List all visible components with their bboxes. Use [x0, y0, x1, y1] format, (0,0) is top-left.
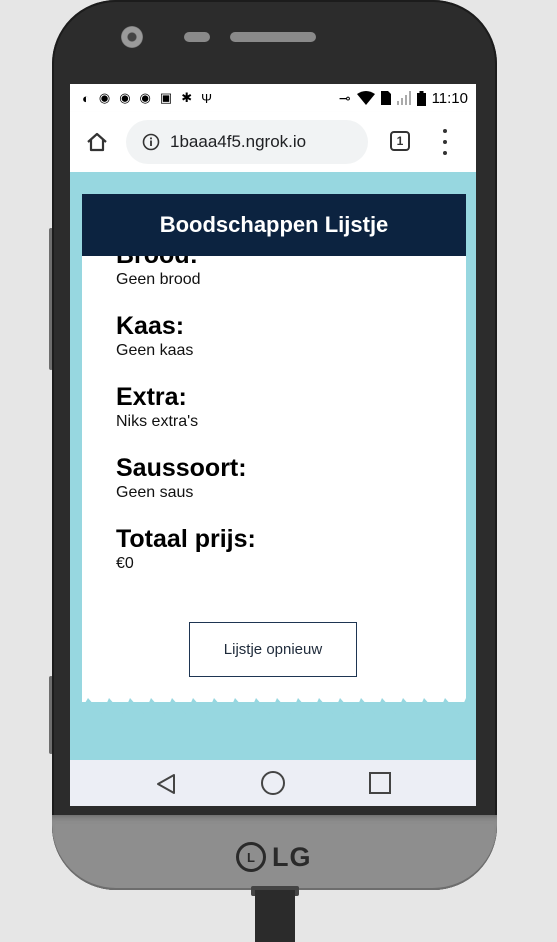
item-label: Totaal prijs:	[116, 525, 256, 553]
back-icon[interactable]	[154, 772, 178, 796]
app-icon: ◉	[119, 90, 131, 105]
home-button-icon[interactable]	[261, 771, 285, 795]
item-label: Saussoort:	[116, 454, 247, 482]
status-icons-left: ◐ ◉ ◉ ◉ ▣ ✱ Ψ	[82, 90, 212, 106]
list-item-saussoort: Saussoort: Geen saus	[116, 454, 436, 503]
receipt-zigzag-edge	[82, 688, 466, 714]
list-item-kaas: Kaas: Geen kaas	[116, 312, 436, 361]
app-icon: ▣	[159, 90, 173, 105]
item-value: Geen kaas	[116, 342, 194, 359]
wifi-icon	[356, 91, 375, 105]
tab-switcher-button[interactable]: 1	[390, 131, 410, 151]
front-camera	[121, 26, 143, 48]
list-item-extra: Extra: Niks extra's	[116, 383, 436, 432]
recent-apps-icon[interactable]	[369, 772, 391, 794]
app-icon: ✱	[181, 90, 193, 105]
lg-logo: L LG	[236, 840, 312, 874]
usb-icon: Ψ	[201, 90, 212, 106]
item-label: Kaas:	[116, 312, 185, 340]
item-label: Extra:	[116, 383, 187, 411]
item-value: €0	[116, 555, 134, 572]
lg-logo-mark: L	[236, 842, 266, 872]
info-icon[interactable]	[142, 133, 160, 151]
system-nav-bar	[70, 760, 476, 806]
battery-icon	[416, 90, 426, 106]
item-value: Geen brood	[116, 271, 201, 288]
proximity-sensor	[184, 32, 210, 42]
usb-cable	[255, 890, 295, 942]
browser-toolbar: 1baaa4f5.ngrok.io 1	[70, 112, 476, 172]
app-icon: ◉	[139, 90, 151, 105]
app-header: Boodschappen Lijstje	[82, 194, 466, 256]
phone-screen: ◐ ◉ ◉ ◉ ▣ ✱ Ψ ⊸ 11:10 1baaa4f5.ngrok.io …	[70, 84, 476, 806]
item-value: Niks extra's	[116, 413, 199, 430]
reset-list-button[interactable]: Lijstje opnieuw	[189, 622, 357, 677]
status-bar: ◐ ◉ ◉ ◉ ▣ ✱ Ψ ⊸ 11:10	[70, 84, 476, 112]
sim-icon	[380, 91, 391, 105]
status-icons-right: ⊸ 11:10	[339, 90, 468, 107]
page-title: Boodschappen Lijstje	[159, 212, 389, 237]
list-item-totaal-prijs: Totaal prijs: €0	[116, 525, 436, 574]
home-icon[interactable]	[86, 131, 108, 153]
signal-icon	[396, 91, 411, 105]
app-icon: ◉	[98, 90, 111, 105]
lg-logo-text: LG	[272, 841, 312, 872]
item-value: Geen saus	[116, 484, 194, 501]
url-text: 1baaa4f5.ngrok.io	[170, 132, 307, 151]
notification-icon: ◐	[82, 90, 90, 106]
menu-icon[interactable]	[438, 129, 452, 155]
vpn-key-icon: ⊸	[338, 89, 351, 106]
status-time: 11:10	[431, 89, 468, 107]
address-bar[interactable]: 1baaa4f5.ngrok.io	[126, 120, 368, 164]
earpiece-speaker	[230, 32, 316, 42]
